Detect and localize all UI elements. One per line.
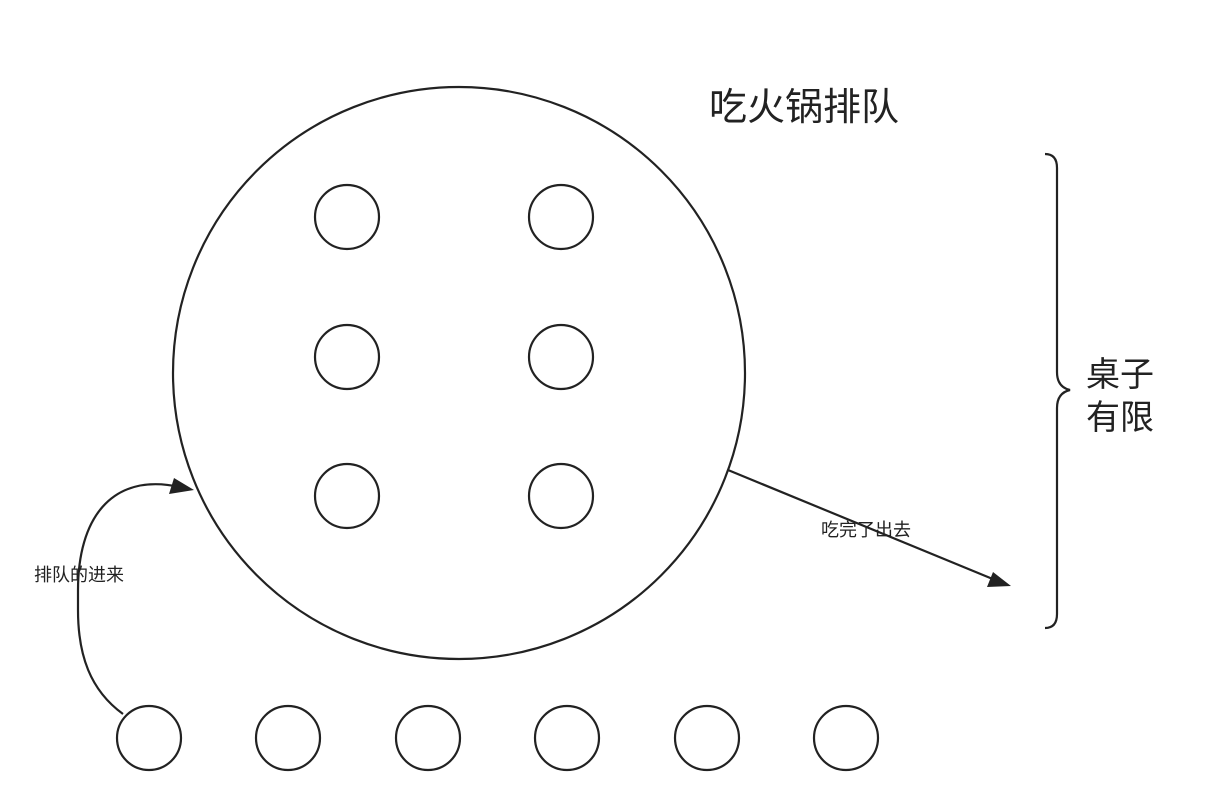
brace-label-line2: 有限 bbox=[1086, 398, 1154, 438]
table-circle bbox=[313, 183, 381, 251]
enter-arrow-curve bbox=[76, 483, 181, 715]
diagram-canvas: 吃火锅排队 桌子 有限 吃完了出去 排队的进来 bbox=[34, 85, 1154, 772]
table-circle bbox=[527, 323, 595, 391]
table-circle bbox=[527, 462, 595, 530]
queue-circle bbox=[115, 704, 183, 772]
table-circle bbox=[313, 462, 381, 530]
enter-arrow-head bbox=[169, 478, 194, 494]
diagram-title: 吃火锅排队 bbox=[709, 85, 899, 129]
enter-label: 排队的进来 bbox=[34, 565, 124, 586]
exit-label: 吃完了出去 bbox=[821, 520, 911, 541]
enter-arrow bbox=[76, 478, 194, 715]
table-circle bbox=[313, 323, 381, 391]
queue-circle bbox=[254, 704, 322, 772]
right-brace bbox=[1044, 152, 1071, 630]
queue-group bbox=[115, 704, 880, 772]
queue-circle bbox=[812, 704, 880, 772]
queue-circle bbox=[533, 704, 601, 772]
restaurant-circle bbox=[171, 85, 747, 661]
exit-arrow-head bbox=[987, 572, 1011, 587]
queue-circle bbox=[673, 704, 741, 772]
brace-label-line1: 桌子 bbox=[1086, 355, 1154, 395]
queue-circle bbox=[394, 704, 462, 772]
table-circle bbox=[527, 183, 595, 251]
